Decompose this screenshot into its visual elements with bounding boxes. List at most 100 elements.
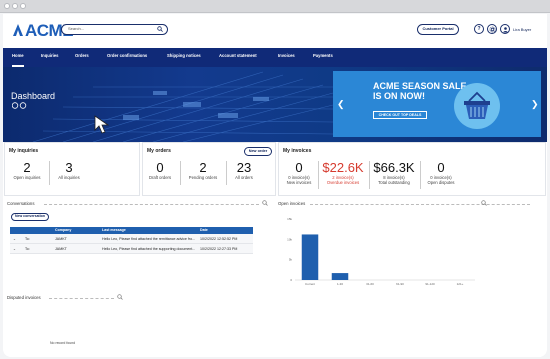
refresh-icon[interactable] xyxy=(12,102,19,109)
stat-open-inquiries[interactable]: 2 Open inquiries xyxy=(9,161,45,181)
expand-chevron-icon[interactable]: ⌄ xyxy=(13,244,16,254)
promo-headline-2: IS ON NOW! xyxy=(373,91,425,101)
disputed-invoices-title: Disputed invoices xyxy=(7,295,41,300)
x-tick-label: 61-90 xyxy=(396,282,404,286)
promo-badge xyxy=(454,83,500,129)
main-nav: Home Inquiries Orders Order confirmation… xyxy=(3,48,547,67)
x-tick-label: 121+ xyxy=(457,282,464,286)
stat-label: Pending orders xyxy=(188,175,218,180)
stat-value: 3 xyxy=(65,160,73,175)
nav-item-orders[interactable]: Orders xyxy=(75,48,89,67)
cell-last-message: Hello Leo, Please find attached the remi… xyxy=(102,237,196,241)
hero-icons xyxy=(12,102,27,109)
nav-item-account-statement[interactable]: Account statement xyxy=(219,48,257,67)
stat-label: All orders xyxy=(235,175,253,180)
expand-chevron-icon[interactable]: ⌄ xyxy=(13,234,16,244)
browser-chrome xyxy=(0,0,550,13)
invoices-title: My invoices xyxy=(283,148,312,154)
search-icon[interactable] xyxy=(157,26,163,32)
title-divider xyxy=(44,204,259,205)
chart-bar[interactable] xyxy=(331,273,349,280)
search-icon[interactable] xyxy=(117,294,123,300)
stat-total-outstanding[interactable]: $66.3K 8 invoice(s) Total outstanding xyxy=(372,160,416,186)
stat-label: Draft orders xyxy=(148,175,172,180)
cell-company: JAMKT xyxy=(55,247,67,251)
hero-background-graphic xyxy=(32,71,333,142)
stat-new-invoices[interactable]: 0 0 invoice(s) New invoices xyxy=(283,161,315,186)
top-header: ACME Search... Customer Portal ? Lira Bu… xyxy=(3,14,547,48)
stat-value: $66.3K xyxy=(373,160,415,175)
x-tick-label: 1-30 xyxy=(337,282,343,286)
y-tick-label: 15k xyxy=(287,217,292,221)
promo-cta-button[interactable]: CHECK OUT TOP DEALS xyxy=(373,111,427,119)
cell-last-message: Hello Leo, Please find attached the supp… xyxy=(102,247,196,251)
stat-label: New invoices xyxy=(286,180,312,185)
window-dot[interactable] xyxy=(20,3,26,9)
y-tick-label: 5k xyxy=(289,258,293,262)
search-icon[interactable] xyxy=(262,200,268,206)
table-row[interactable]: ⌄ To: JAMKT Hello Leo, Please find attac… xyxy=(10,244,253,254)
user-icon xyxy=(502,26,508,32)
column-header[interactable]: Last message xyxy=(102,227,126,234)
stat-all-inquiries[interactable]: 3 All inquiries xyxy=(53,160,85,181)
stat-divider xyxy=(318,161,319,189)
stat-all-orders[interactable]: 23 All orders xyxy=(229,160,259,181)
chevron-left-icon[interactable]: ❮ xyxy=(337,99,345,110)
new-conversation-button[interactable]: New conversation xyxy=(11,213,49,221)
nav-item-inquiries[interactable]: Inquiries xyxy=(41,48,58,67)
chart-bar[interactable] xyxy=(301,234,319,280)
stat-value: 0 xyxy=(156,160,164,175)
username[interactable]: Lira Buyer xyxy=(513,27,531,32)
inquiries-title: My inquiries xyxy=(9,148,39,154)
settings-icon[interactable] xyxy=(487,24,497,34)
stat-divider xyxy=(180,161,181,185)
stat-overdue-invoices[interactable]: $22.6K 2 invoice(s) Overdue invoices xyxy=(321,160,365,186)
page-title: Dashboard xyxy=(11,91,56,101)
nav-item-payments[interactable]: Payments xyxy=(313,48,333,67)
empty-state-text: No record found xyxy=(50,341,76,345)
stat-label: All inquiries xyxy=(58,175,80,180)
nav-item-invoices[interactable]: Invoices xyxy=(278,48,295,67)
customer-portal-button[interactable]: Customer Portal xyxy=(417,24,459,35)
hero-banner: Dashboard ❮ ACME SEASON SALE IS ON NOW! … xyxy=(3,67,547,142)
column-header[interactable]: Date xyxy=(200,227,208,234)
stat-value: 23 xyxy=(236,160,252,175)
search-placeholder: Search... xyxy=(68,26,85,31)
stat-label: Total outstanding xyxy=(378,180,410,185)
info-icon[interactable] xyxy=(19,102,27,109)
cell-date: 10/2/2022 12:27:33 PM xyxy=(200,247,238,251)
app-screen: ACME Search... Customer Portal ? Lira Bu… xyxy=(3,14,547,357)
disputed-invoices-panel: Disputed invoices No record found xyxy=(4,292,272,356)
column-header[interactable]: Company xyxy=(55,227,71,234)
user-avatar-icon[interactable] xyxy=(500,24,510,34)
y-tick-label: 0 xyxy=(290,278,292,282)
promo-headline-1: ACME SEASON SALE xyxy=(373,81,467,91)
chevron-right-icon[interactable]: ❯ xyxy=(531,99,539,110)
window-dot[interactable] xyxy=(4,3,10,9)
window-dot[interactable] xyxy=(12,3,18,9)
stat-label: Overdue invoices xyxy=(326,180,360,185)
x-tick-label: 91-120 xyxy=(425,282,435,286)
mouse-cursor-icon xyxy=(94,115,110,134)
search-input[interactable]: Search... xyxy=(61,24,168,35)
stat-value: $22.6K xyxy=(322,160,364,175)
stat-draft-orders[interactable]: 0 Draft orders xyxy=(145,160,175,181)
stat-pending-orders[interactable]: 2 Pending orders xyxy=(185,161,221,181)
nav-item-shipping-notices[interactable]: Shipping notices xyxy=(167,48,201,67)
open-invoices-panel: Open invoices 15k 10k 5k 0 Current 1-30 31-60 6… xyxy=(275,198,546,357)
table-row[interactable]: ⌄ To: JAMKT Hello Leo, Please find attac… xyxy=(10,234,253,244)
stat-label: Open disputes xyxy=(427,180,455,185)
open-invoices-chart: 15k 10k 5k 0 Current 1-30 31-60 61-90 91-120 121+ xyxy=(287,217,475,286)
promo-banner[interactable]: ❮ ACME SEASON SALE IS ON NOW! CHECK OUT … xyxy=(333,71,541,137)
browser-window: ACME Search... Customer Portal ? Lira Bu… xyxy=(0,0,550,359)
stat-label: Open inquiries xyxy=(13,175,41,180)
help-icon[interactable]: ? xyxy=(474,24,484,34)
stat-open-disputes[interactable]: 0 0 invoice(s) Open disputes xyxy=(423,161,459,186)
new-order-button[interactable]: New order xyxy=(244,147,272,156)
nav-item-order-confirmations[interactable]: Order confirmations xyxy=(107,48,147,67)
gear-icon xyxy=(489,26,495,32)
cell-company: JAMKT xyxy=(55,237,67,241)
stat-divider xyxy=(369,161,370,189)
nav-item-home[interactable]: Home xyxy=(12,48,24,67)
orders-card: My orders New order 0 Draft orders 2 Pen… xyxy=(142,142,276,196)
